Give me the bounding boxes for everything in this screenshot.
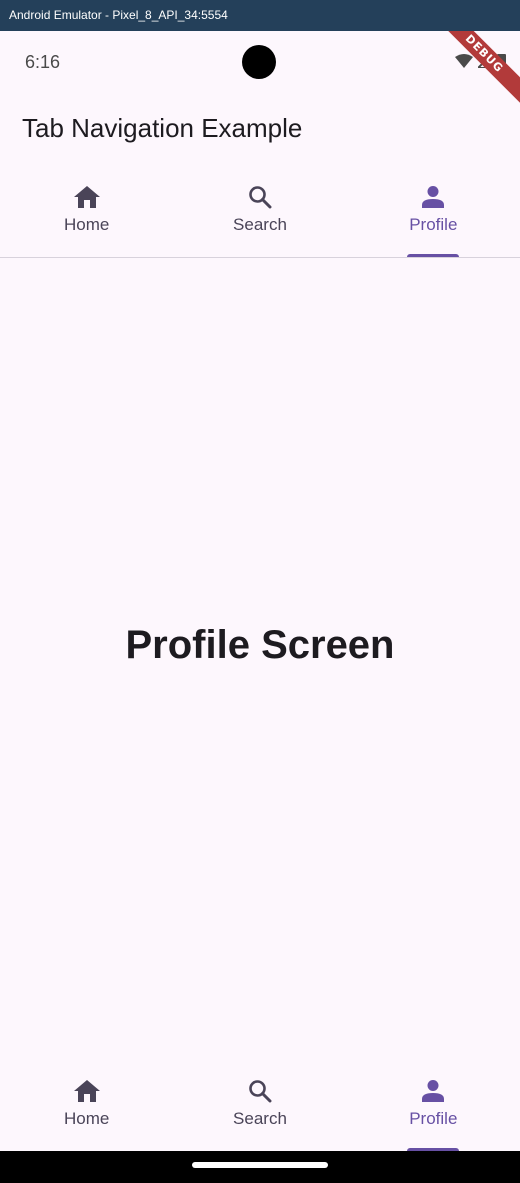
home-gesture-handle[interactable] xyxy=(192,1162,328,1168)
status-bar: 6:16 DEBUG xyxy=(0,31,520,110)
search-icon xyxy=(246,1077,274,1105)
app-title: Tab Navigation Example xyxy=(22,113,303,143)
system-navigation-bar xyxy=(0,1151,520,1183)
main-content: Profile Screen xyxy=(0,257,520,1057)
tab-search-label: Search xyxy=(233,215,287,234)
bottom-tab-home-label: Home xyxy=(63,1109,110,1128)
top-tab-bar: Home Search Profile xyxy=(0,163,520,258)
device-screen: 6:16 DEBUG Tab Navigation Example Home S… xyxy=(0,31,520,1183)
wifi-icon xyxy=(455,53,473,73)
tab-home[interactable]: Home xyxy=(0,163,173,257)
tab-profile[interactable]: Profile xyxy=(347,163,520,257)
home-icon xyxy=(73,183,101,211)
tab-profile-label: Profile xyxy=(409,215,458,234)
search-icon xyxy=(246,183,274,211)
bottom-tab-bar: Home Search Profile xyxy=(0,1057,520,1151)
app-bar: Tab Navigation Example xyxy=(0,95,520,163)
bottom-tab-profile-label: Profile xyxy=(409,1109,458,1128)
tab-home-label: Home xyxy=(63,215,110,234)
home-icon xyxy=(73,1077,101,1105)
bottom-tab-profile[interactable]: Profile xyxy=(347,1057,520,1151)
emulator-window-title: Android Emulator - Pixel_8_API_34:5554 xyxy=(0,0,520,31)
person-icon xyxy=(419,183,447,211)
bottom-tab-home[interactable]: Home xyxy=(0,1057,173,1151)
bottom-tab-search-label: Search xyxy=(233,1109,287,1128)
status-time: 6:16 xyxy=(25,52,61,72)
person-icon xyxy=(419,1077,447,1105)
camera-cutout xyxy=(242,45,276,79)
tab-search[interactable]: Search xyxy=(173,163,346,257)
bottom-tab-search[interactable]: Search xyxy=(173,1057,346,1151)
screen-heading: Profile Screen xyxy=(125,622,395,667)
